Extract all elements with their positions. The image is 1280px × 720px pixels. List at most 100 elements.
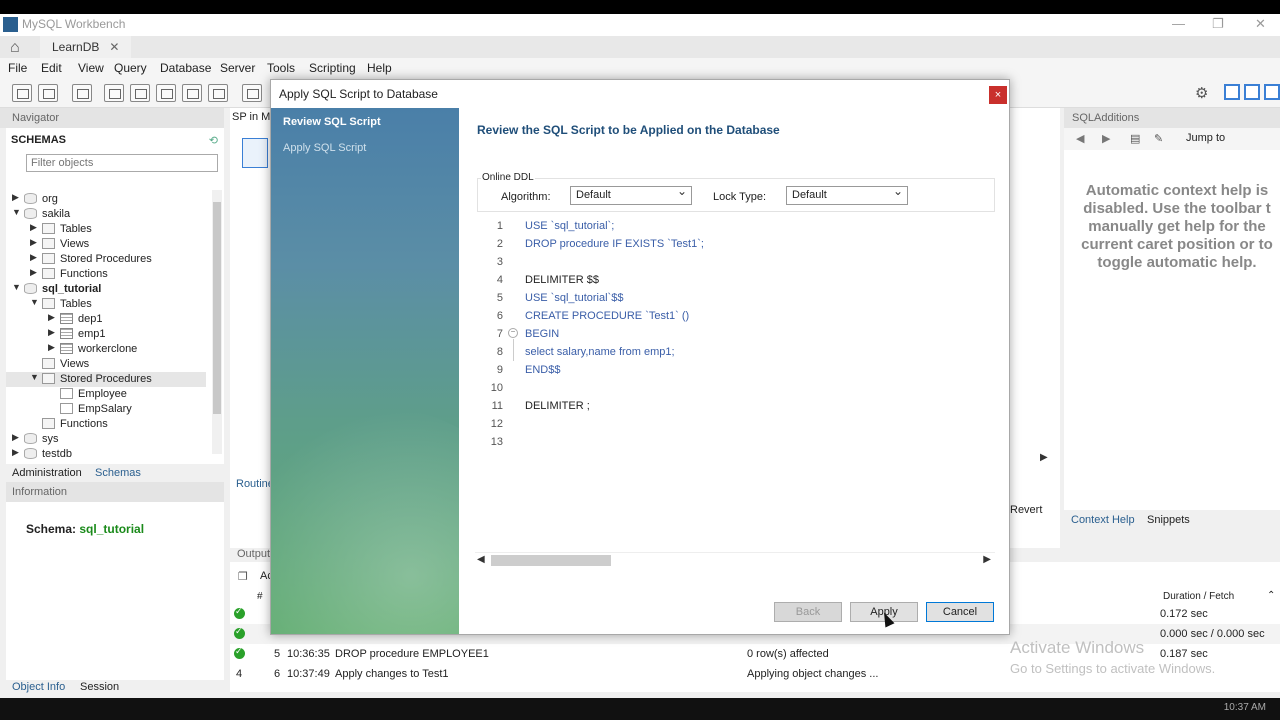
close-tab-icon[interactable]: ✕ xyxy=(109,40,119,54)
expand-arrow-icon[interactable]: ▶ xyxy=(48,342,55,353)
algorithm-select[interactable]: Default xyxy=(570,184,692,205)
toggle-secondary-sidebar-icon[interactable] xyxy=(1264,84,1280,100)
menu-server[interactable]: Server xyxy=(220,61,255,75)
tree-item[interactable]: ▶ org xyxy=(6,192,206,207)
cancel-button[interactable]: Cancel xyxy=(926,602,994,622)
proc-icon xyxy=(60,388,73,399)
tab-schemas[interactable]: Schemas xyxy=(95,467,141,479)
menu-query[interactable]: Query xyxy=(114,61,147,75)
minimize-icon[interactable]: — xyxy=(1172,16,1185,31)
tree-item[interactable]: ▼ Stored Procedures xyxy=(6,372,206,387)
create-table-icon[interactable] xyxy=(130,84,150,102)
tree-item[interactable]: ▶ testdb xyxy=(6,447,206,462)
expand-arrow-icon[interactable]: ▶ xyxy=(48,312,55,323)
revert-button[interactable]: Revert xyxy=(1010,504,1042,516)
tree-item[interactable]: Functions xyxy=(6,417,206,432)
menu-view[interactable]: View xyxy=(78,61,104,75)
tree-item-label: Tables xyxy=(60,298,92,310)
tree-item[interactable]: ▼ sql_tutorial xyxy=(6,282,206,297)
toggle-sidebar-icon[interactable] xyxy=(1224,84,1240,100)
back-button[interactable]: Back xyxy=(774,602,842,622)
tree-item[interactable]: ▶ workerclone xyxy=(6,342,206,357)
create-schema-icon[interactable] xyxy=(104,84,124,102)
success-check-icon xyxy=(234,626,245,639)
menu-tools[interactable]: Tools xyxy=(267,61,295,75)
collapse-arrow-icon[interactable]: ▼ xyxy=(12,282,21,292)
tree-item[interactable]: EmpSalary xyxy=(6,402,206,417)
collapse-arrow-icon[interactable]: ▼ xyxy=(30,297,39,307)
output-scroll-up-icon[interactable]: ⌃ xyxy=(1267,590,1275,601)
menu-database[interactable]: Database xyxy=(160,61,211,75)
editor-tab[interactable]: SP in M xyxy=(232,111,270,123)
auto-help-icon[interactable]: ✎ xyxy=(1154,132,1163,145)
collapse-arrow-icon[interactable]: ▼ xyxy=(30,372,39,382)
close-icon[interactable]: ✕ xyxy=(1255,16,1266,32)
tree-item[interactable]: ▶ Stored Procedures xyxy=(6,252,206,267)
new-query-icon[interactable] xyxy=(12,84,32,102)
scrollbar-thumb[interactable] xyxy=(491,555,611,566)
tab-context-help[interactable]: Context Help xyxy=(1071,514,1135,526)
tab-session[interactable]: Session xyxy=(80,681,119,693)
expand-arrow-icon[interactable]: ▶ xyxy=(30,267,37,278)
scroll-right-icon[interactable]: ▶ xyxy=(983,554,991,565)
tree-item[interactable]: ▶ Functions xyxy=(6,267,206,282)
jump-to-label[interactable]: Jump to xyxy=(1186,132,1225,144)
gear-icon[interactable]: ⚙ xyxy=(1195,84,1208,102)
editor-scroll-right-icon[interactable]: ▶ xyxy=(1040,452,1048,463)
filter-objects-input[interactable] xyxy=(26,154,218,172)
create-procedure-icon[interactable] xyxy=(182,84,202,102)
script-horizontal-scrollbar[interactable]: ◀ ▶ xyxy=(475,552,995,568)
menu-help[interactable]: Help xyxy=(367,61,392,75)
inspector-icon[interactable] xyxy=(72,84,92,102)
wizard-steps-panel: Review SQL Script Apply SQL Script xyxy=(271,108,459,634)
tab-object-info[interactable]: Object Info xyxy=(12,681,65,693)
expand-arrow-icon[interactable]: ▶ xyxy=(12,447,19,458)
tree-item[interactable]: ▼ sakila xyxy=(6,207,206,222)
toggle-output-icon[interactable] xyxy=(1244,84,1260,100)
routine-tab[interactable]: Routine xyxy=(236,478,274,490)
home-icon[interactable]: ⌂ xyxy=(10,39,20,57)
tree-item[interactable]: ▶ emp1 xyxy=(6,327,206,342)
menu-edit[interactable]: Edit xyxy=(41,61,62,75)
restore-icon[interactable]: ❐ xyxy=(1212,16,1224,32)
expand-arrow-icon[interactable]: ▶ xyxy=(30,237,37,248)
tree-item[interactable]: Views xyxy=(6,357,206,372)
forward-arrow-icon[interactable]: ▶ xyxy=(1102,132,1110,145)
information-header: Information xyxy=(6,482,224,502)
expand-arrow-icon[interactable]: ▶ xyxy=(30,252,37,263)
output-type-icon[interactable]: ❐ xyxy=(238,570,248,583)
lock-type-select[interactable]: Default xyxy=(786,184,908,205)
menu-scripting[interactable]: Scripting xyxy=(309,61,356,75)
dialog-close-icon[interactable]: × xyxy=(989,86,1007,104)
tree-item[interactable]: Employee xyxy=(6,387,206,402)
scroll-left-icon[interactable]: ◀ xyxy=(477,554,485,565)
expand-arrow-icon[interactable]: ▶ xyxy=(48,327,55,338)
refresh-icon[interactable]: ⟲ xyxy=(209,134,218,147)
tree-item[interactable]: ▶ Views xyxy=(6,237,206,252)
table-icon xyxy=(60,343,73,354)
sql-script-editor[interactable]: 1 USE `sql_tutorial`; 2 DROP procedure IF E… xyxy=(475,218,995,538)
menu-file[interactable]: File xyxy=(8,61,27,75)
create-function-icon[interactable] xyxy=(208,84,228,102)
back-arrow-icon[interactable]: ◀ xyxy=(1076,132,1084,145)
scrollbar-thumb[interactable] xyxy=(213,202,221,414)
open-script-icon[interactable] xyxy=(38,84,58,102)
tab-snippets[interactable]: Snippets xyxy=(1147,514,1190,526)
tab-administration[interactable]: Administration xyxy=(12,467,82,479)
tree-item[interactable]: ▶ Tables xyxy=(6,222,206,237)
tree-item[interactable]: ▼ Tables xyxy=(6,297,206,312)
row-duration: 0.000 sec / 0.000 sec xyxy=(1160,628,1265,640)
expand-arrow-icon[interactable]: ▶ xyxy=(12,192,19,203)
expand-arrow-icon[interactable]: ▶ xyxy=(30,222,37,233)
search-table-icon[interactable] xyxy=(242,84,262,102)
fold-toggle-icon[interactable]: − xyxy=(508,328,518,338)
manual-help-icon[interactable]: ▤ xyxy=(1130,132,1140,145)
tree-item[interactable]: ▶ sys xyxy=(6,432,206,447)
tree-item[interactable]: ▶ dep1 xyxy=(6,312,206,327)
expand-arrow-icon[interactable]: ▶ xyxy=(12,432,19,443)
collapse-arrow-icon[interactable]: ▼ xyxy=(12,207,21,217)
connection-tab[interactable]: LearnDB ✕ xyxy=(40,36,132,58)
navigator-scrollbar[interactable] xyxy=(212,190,222,454)
tree-item-label: dep1 xyxy=(78,313,103,325)
create-view-icon[interactable] xyxy=(156,84,176,102)
